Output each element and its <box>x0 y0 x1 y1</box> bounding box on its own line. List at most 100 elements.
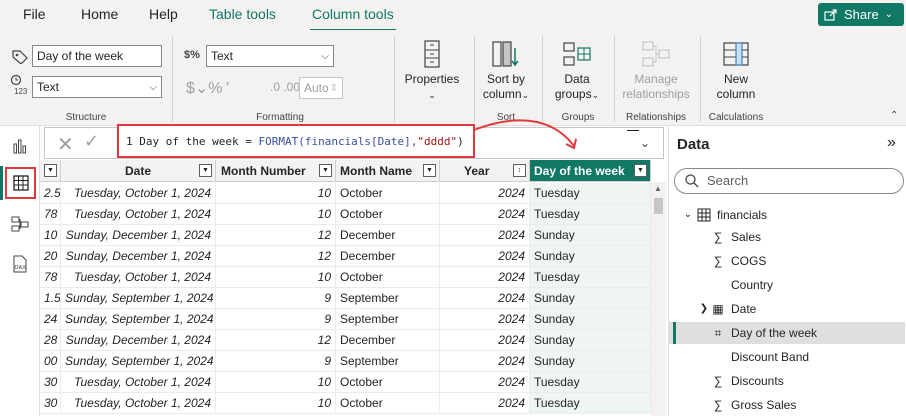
date-cell[interactable]: Sunday, September 1, 2024 <box>61 351 216 372</box>
dax-query-view-button[interactable]: DAX <box>8 252 32 276</box>
table-row[interactable]: 2.5 Tuesday, October 1, 2024 10 October 2024… <box>40 183 666 204</box>
scroll-up-icon[interactable]: ▲ <box>654 184 662 193</box>
month-name-cell[interactable]: September <box>336 309 440 330</box>
row-value-cell[interactable]: 78 <box>40 204 61 225</box>
cancel-formula-icon[interactable]: ✕ <box>57 132 74 157</box>
model-view-button[interactable] <box>8 212 32 236</box>
row-value-cell[interactable]: 2.5 <box>40 183 61 204</box>
day-of-week-cell[interactable]: Sunday <box>530 288 651 309</box>
table-row[interactable]: 24 Sunday, September 1, 2024 9 September 202… <box>40 309 666 330</box>
table-view-button[interactable] <box>5 167 36 199</box>
day-of-week-cell[interactable]: Tuesday <box>530 393 651 414</box>
search-input[interactable]: Search <box>674 168 904 194</box>
day-of-week-cell[interactable]: Sunday <box>530 225 651 246</box>
year-cell[interactable]: 2024 <box>440 393 530 414</box>
date-cell[interactable]: Tuesday, October 1, 2024 <box>61 372 216 393</box>
month-number-cell[interactable]: 12 <box>216 225 336 246</box>
vertical-scrollbar[interactable]: ▲ <box>651 182 666 416</box>
date-cell[interactable]: Sunday, December 1, 2024 <box>61 246 216 267</box>
column-header-year[interactable]: Year ↕ <box>440 160 530 182</box>
year-cell[interactable]: 2024 <box>440 183 530 204</box>
sort-icon[interactable]: ↕ <box>513 164 526 177</box>
month-name-cell[interactable]: December <box>336 330 440 351</box>
day-of-week-cell[interactable]: Tuesday <box>530 267 651 288</box>
table-row[interactable]: 30 Tuesday, October 1, 2024 10 October 2024 T… <box>40 393 666 414</box>
data-type-select[interactable]: Text ⌵ <box>32 76 162 98</box>
column-header-month-name[interactable]: Month Name ▼ <box>336 160 440 182</box>
month-number-cell[interactable]: 9 <box>216 288 336 309</box>
table-row[interactable]: 00 Sunday, September 1, 2024 9 September 202… <box>40 351 666 372</box>
expand-formula-icon[interactable]: ⌄ <box>640 136 650 150</box>
month-number-cell[interactable]: 10 <box>216 393 336 414</box>
date-cell[interactable]: Tuesday, October 1, 2024 <box>61 267 216 288</box>
filter-dropdown-icon[interactable]: ▼ <box>634 164 647 177</box>
column-header-month-number[interactable]: Month Number ▼ <box>216 160 336 182</box>
field-item[interactable]: ∑ COGS <box>669 250 905 272</box>
formula-input[interactable]: 1 Day of the week = FORMAT(financials[Da… <box>117 124 475 158</box>
data-groups-button[interactable]: Data groups⌄ <box>546 40 608 103</box>
manage-relationships-button[interactable]: Manage relationships <box>618 40 694 102</box>
table-row[interactable]: 1.5 Sunday, September 1, 2024 9 September 20… <box>40 288 666 309</box>
filter-dropdown-icon[interactable]: ▼ <box>199 164 212 177</box>
month-name-cell[interactable]: October <box>336 204 440 225</box>
day-of-week-cell[interactable]: Sunday <box>530 309 651 330</box>
row-value-cell[interactable]: 28 <box>40 330 61 351</box>
new-column-button[interactable]: New column <box>706 40 766 102</box>
field-item[interactable]: Discount Band <box>669 346 905 368</box>
year-cell[interactable]: 2024 <box>440 309 530 330</box>
month-number-cell[interactable]: 10 <box>216 372 336 393</box>
year-cell[interactable]: 2024 <box>440 372 530 393</box>
field-item[interactable]: Country <box>669 274 905 296</box>
date-cell[interactable]: Tuesday, October 1, 2024 <box>61 183 216 204</box>
month-name-cell[interactable]: September <box>336 288 440 309</box>
year-cell[interactable]: 2024 <box>440 330 530 351</box>
day-of-week-cell[interactable]: Sunday <box>530 330 651 351</box>
month-name-cell[interactable]: October <box>336 267 440 288</box>
collapse-ribbon-icon[interactable]: ⌃ <box>890 110 898 121</box>
table-row[interactable]: 10 Sunday, December 1, 2024 12 December 2024… <box>40 225 666 246</box>
decimal-places-input[interactable]: Auto ⇕ <box>299 77 343 99</box>
month-name-cell[interactable]: December <box>336 246 440 267</box>
table-row[interactable]: 78 Tuesday, October 1, 2024 10 October 2024 T… <box>40 204 666 225</box>
column-header-date[interactable]: Date ▼ <box>61 160 216 182</box>
table-row[interactable]: 28 Sunday, December 1, 2024 12 December 2024… <box>40 330 666 351</box>
table-row[interactable]: 20 Sunday, December 1, 2024 12 December 2024… <box>40 246 666 267</box>
column-header-day-of-week[interactable]: Day of the week ▼ <box>530 160 651 182</box>
field-item[interactable]: ∑ Sales <box>669 226 905 248</box>
year-cell[interactable]: 2024 <box>440 288 530 309</box>
date-cell[interactable]: Sunday, December 1, 2024 <box>61 330 216 351</box>
sort-by-column-button[interactable]: Sort by column⌄ <box>478 40 534 103</box>
menu-home[interactable]: Home <box>81 6 118 22</box>
row-value-cell[interactable]: 78 <box>40 267 61 288</box>
properties-button[interactable]: Properties ⌄ <box>400 40 464 103</box>
filter-dropdown-icon[interactable]: ▼ <box>423 164 436 177</box>
month-name-cell[interactable]: October <box>336 183 440 204</box>
month-number-cell[interactable]: 10 <box>216 267 336 288</box>
year-cell[interactable]: 2024 <box>440 204 530 225</box>
currency-format-buttons[interactable]: $⌄% ’ <box>186 78 229 98</box>
share-button[interactable]: Share ⌄ <box>818 3 904 26</box>
table-row[interactable]: 78 Tuesday, October 1, 2024 10 October 2024 T… <box>40 267 666 288</box>
column-name-input[interactable]: Day of the week <box>32 45 162 67</box>
day-of-week-cell[interactable]: Tuesday <box>530 183 651 204</box>
day-of-week-cell[interactable]: Tuesday <box>530 204 651 225</box>
filter-dropdown-icon[interactable]: ▼ <box>319 164 332 177</box>
month-name-cell[interactable]: October <box>336 393 440 414</box>
month-name-cell[interactable]: October <box>336 372 440 393</box>
month-number-cell[interactable]: 12 <box>216 330 336 351</box>
table-row[interactable]: 30 Tuesday, October 1, 2024 10 October 2024 T… <box>40 372 666 393</box>
year-cell[interactable]: 2024 <box>440 225 530 246</box>
report-view-button[interactable] <box>8 134 32 158</box>
date-cell[interactable]: Tuesday, October 1, 2024 <box>61 204 216 225</box>
day-of-week-cell[interactable]: Tuesday <box>530 372 651 393</box>
collapse-pane-icon[interactable]: » <box>887 134 896 152</box>
day-of-week-cell[interactable]: Sunday <box>530 351 651 372</box>
row-value-cell[interactable]: 10 <box>40 225 61 246</box>
table-node-financials[interactable]: ⌄ financials <box>669 204 905 226</box>
format-select[interactable]: Text ⌵ <box>206 45 334 67</box>
month-number-cell[interactable]: 9 <box>216 309 336 330</box>
day-of-week-cell[interactable]: Sunday <box>530 246 651 267</box>
row-value-cell[interactable]: 00 <box>40 351 61 372</box>
date-cell[interactable]: Sunday, September 1, 2024 <box>61 309 216 330</box>
field-item[interactable]: ⌗ Day of the week <box>669 322 905 344</box>
